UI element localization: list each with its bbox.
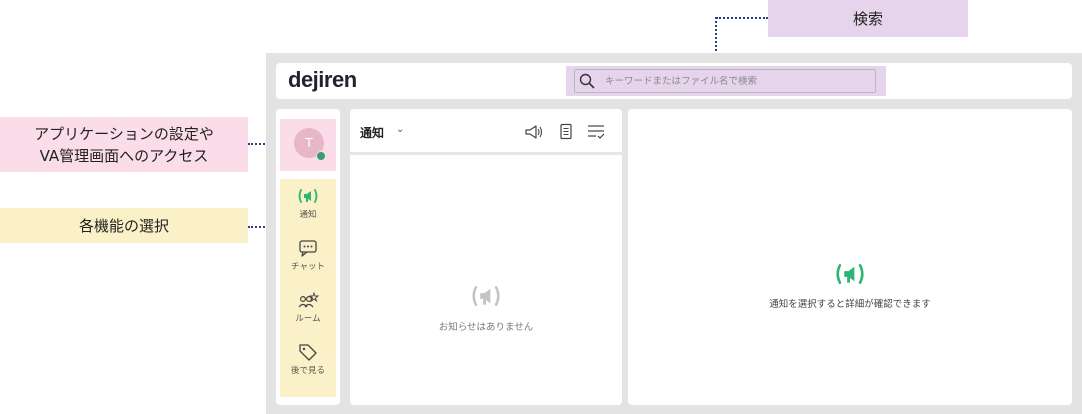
settings-callout-line2: VA管理画面へのアクセス <box>39 146 209 165</box>
features-callout-text: 各機能の選択 <box>78 216 169 235</box>
sidebar: T 通知 チャット ルーム 後で見る <box>276 109 340 405</box>
tag-icon <box>297 343 319 361</box>
sidebar-item-chat[interactable]: チャット <box>280 239 336 289</box>
search-callout: 検索 <box>768 0 968 37</box>
chevron-down-icon[interactable]: ⌄ <box>396 124 404 135</box>
document-icon[interactable] <box>556 122 576 142</box>
notification-accent-icon <box>833 261 867 291</box>
feature-nav: 通知 チャット ルーム 後で見る <box>280 179 336 397</box>
app-logo[interactable]: dejiren <box>288 67 357 93</box>
top-bar: dejiren <box>276 63 1072 99</box>
search-input[interactable] <box>605 75 865 87</box>
online-status-indicator <box>316 151 326 161</box>
search-callout-text: 検索 <box>852 9 883 28</box>
room-icon <box>297 291 319 309</box>
sidebar-item-label: ルーム <box>295 314 321 324</box>
search-box[interactable] <box>574 69 876 93</box>
detail-empty-state: 通知を選択すると詳細が確認できます <box>628 261 1072 310</box>
notification-icon <box>297 187 319 205</box>
chat-icon <box>297 239 319 257</box>
sidebar-item-notifications[interactable]: 通知 <box>280 187 336 237</box>
settings-callout: アプリケーションの設定や VA管理画面へのアクセス <box>0 117 248 172</box>
megaphone-icon[interactable] <box>524 122 544 142</box>
sidebar-item-label: チャット <box>291 262 325 272</box>
screenshot-stage: 検索 アプリケーションの設定や VA管理画面へのアクセス 各機能の選択 deji… <box>0 0 1082 414</box>
notification-empty-state: お知らせはありません <box>350 283 622 333</box>
notification-placeholder-icon <box>469 283 503 313</box>
sidebar-item-room[interactable]: ルーム <box>280 291 336 341</box>
search-callout-connector <box>716 17 768 19</box>
notification-empty-message: お知らせはありません <box>438 322 534 333</box>
sidebar-item-watch-later[interactable]: 後で見る <box>280 343 336 393</box>
features-callout: 各機能の選択 <box>0 208 248 243</box>
settings-callout-line1: アプリケーションの設定や <box>34 124 214 143</box>
detail-placeholder-message: 通知を選択すると詳細が確認できます <box>769 299 931 310</box>
user-menu-area[interactable]: T <box>280 119 336 171</box>
sidebar-item-label: 後で見る <box>290 366 325 376</box>
notification-panel-title[interactable]: 通知 <box>360 124 384 141</box>
sidebar-item-label: 通知 <box>299 210 317 220</box>
app-window: dejiren T <box>266 53 1082 414</box>
avatar-initial: T <box>305 136 313 150</box>
filter-list-icon[interactable] <box>586 122 606 142</box>
detail-panel: 通知を選択すると詳細が確認できます <box>628 109 1072 405</box>
search-icon <box>575 70 599 92</box>
notification-panel: 通知 ⌄ お知らせはありません <box>350 109 622 405</box>
notification-panel-header: 通知 ⌄ <box>350 109 622 155</box>
search-highlight <box>566 66 886 96</box>
